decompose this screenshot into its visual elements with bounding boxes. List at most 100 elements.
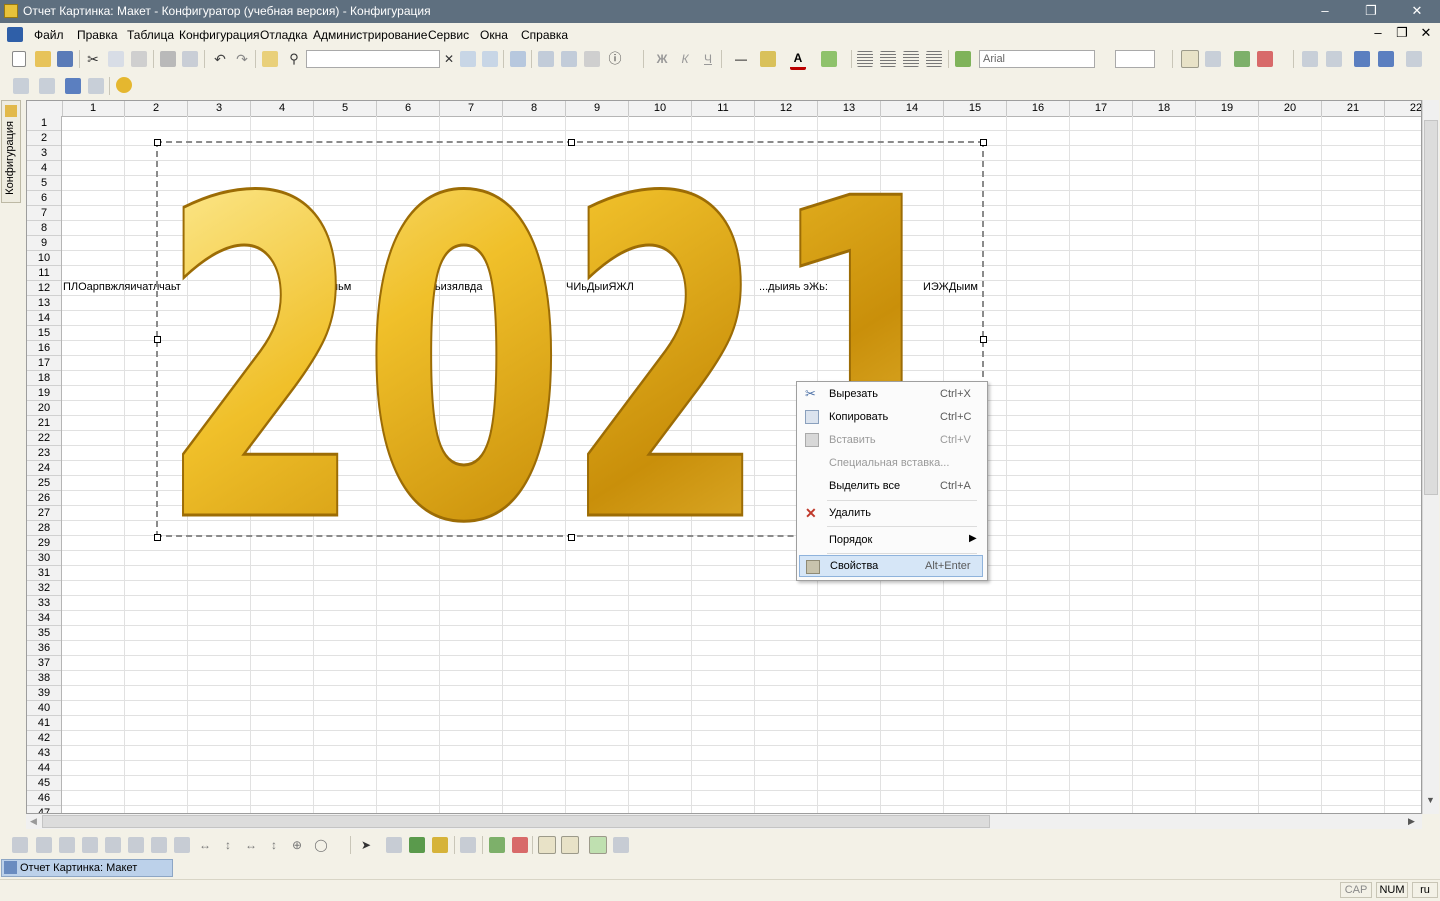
menu-table[interactable]: Таблица	[127, 28, 174, 42]
row-header[interactable]: 37	[27, 656, 61, 671]
row-header[interactable]: 9	[27, 236, 61, 251]
row-header[interactable]: 32	[27, 581, 61, 596]
menu-administration[interactable]: Администрирование	[313, 28, 427, 42]
cell-grid[interactable]: ПЛОарпвжляичатлчаьт ...:эльм атьизялвда …	[62, 106, 1421, 813]
row-header[interactable]: 21	[27, 416, 61, 431]
menu-item-copy[interactable]: Копировать Ctrl+C	[797, 406, 985, 428]
insert-object-icon[interactable]	[489, 837, 505, 853]
print-icon[interactable]	[160, 51, 176, 67]
search-icon[interactable]: ⚲	[286, 51, 302, 67]
row-header[interactable]: 15	[27, 326, 61, 341]
window-tab-report-layout[interactable]: Отчет Картинка: Макет	[1, 859, 173, 877]
redo-icon[interactable]: ↷	[234, 51, 250, 67]
grid-view-icon[interactable]	[1181, 50, 1199, 68]
database-icon[interactable]	[65, 78, 81, 94]
center-all-icon[interactable]: ⊕	[289, 837, 305, 853]
mdi-minimize-button[interactable]: –	[1368, 23, 1388, 46]
menu-item-paste-special[interactable]: Специальная вставка...	[797, 452, 985, 474]
vertical-scrollbar[interactable]: ▼	[1422, 100, 1439, 814]
close-button[interactable]: ✕	[1394, 0, 1440, 23]
windows-icon[interactable]	[510, 51, 526, 67]
delete-row-icon[interactable]	[1257, 51, 1273, 67]
app-menu-icon[interactable]	[7, 27, 23, 42]
align-center-icon[interactable]	[880, 51, 896, 67]
row-header[interactable]: 30	[27, 551, 61, 566]
column-header[interactable]: 17	[1070, 101, 1133, 116]
headers-icon[interactable]	[1205, 51, 1221, 67]
column-header[interactable]: 16	[1007, 101, 1070, 116]
menu-item-paste[interactable]: Вставить Ctrl+V	[797, 429, 985, 451]
row-header[interactable]: 29	[27, 536, 61, 551]
row-header[interactable]: 2	[27, 131, 61, 146]
column-header[interactable]: 6	[377, 101, 440, 116]
anchor-icon[interactable]: ◯	[313, 837, 329, 853]
info-icon[interactable]: ⓘ	[607, 51, 623, 67]
form-icon[interactable]	[88, 78, 104, 94]
find-prev-icon[interactable]	[482, 51, 498, 67]
mdi-restore-button[interactable]: ❐	[1392, 23, 1412, 46]
row-header[interactable]: 42	[27, 731, 61, 746]
row-header[interactable]: 25	[27, 476, 61, 491]
split-icon[interactable]	[1326, 51, 1342, 67]
column-header[interactable]: 11	[692, 101, 755, 116]
row-header[interactable]: 7	[27, 206, 61, 221]
center-vertical-icon[interactable]: ↕	[266, 837, 282, 853]
italic-icon[interactable]: К	[677, 51, 693, 67]
horizontal-scrollbar[interactable]: ◀ ▶	[26, 814, 1422, 829]
row-header[interactable]: 14	[27, 311, 61, 326]
align-bottom-icon[interactable]	[128, 837, 144, 853]
menu-help[interactable]: Справка	[521, 28, 568, 42]
column-header[interactable]: 18	[1133, 101, 1196, 116]
row-header[interactable]: 40	[27, 701, 61, 716]
same-height-icon[interactable]	[174, 837, 190, 853]
column-header[interactable]: 5	[314, 101, 377, 116]
menu-edit[interactable]: Правка	[77, 28, 118, 42]
menu-item-delete[interactable]: ✕ Удалить	[797, 502, 985, 524]
search-combobox[interactable]	[306, 50, 440, 68]
font-name-combobox[interactable]: Arial	[979, 50, 1095, 68]
justify-icon[interactable]	[926, 51, 942, 67]
spreadsheet-layout[interactable]: 1 2 3 4 5 6 7 8 9 10 11 12 13 14 15 16 17 18 19 20 21 22 1234…	[26, 100, 1422, 814]
clear-search-icon[interactable]: ✕	[441, 51, 457, 67]
row-header[interactable]: 6	[27, 191, 61, 206]
open-icon[interactable]	[35, 51, 51, 67]
row-header[interactable]: 26	[27, 491, 61, 506]
row-header[interactable]: 46	[27, 791, 61, 806]
row-header[interactable]: 17	[27, 356, 61, 371]
row-header[interactable]: 35	[27, 626, 61, 641]
same-width-icon[interactable]	[151, 837, 167, 853]
language-indicator[interactable]: ru	[1412, 882, 1438, 898]
named-area-icon[interactable]	[460, 837, 476, 853]
fill-color-icon[interactable]	[760, 51, 776, 67]
row-header[interactable]: 34	[27, 611, 61, 626]
picture-object-icon[interactable]	[409, 837, 425, 853]
row-header[interactable]: 23	[27, 446, 61, 461]
paste-icon[interactable]	[131, 51, 147, 67]
row-header[interactable]: 4	[27, 161, 61, 176]
pointer-icon[interactable]: ➤	[358, 837, 374, 853]
show-headers-icon[interactable]	[561, 836, 579, 854]
new-document-icon[interactable]	[12, 51, 26, 67]
show-grid-icon[interactable]	[538, 836, 556, 854]
column-header[interactable]: 7	[440, 101, 503, 116]
restore-button[interactable]: ❐	[1348, 0, 1394, 23]
column-header[interactable]: 10	[629, 101, 692, 116]
row-header[interactable]: 8	[27, 221, 61, 236]
menu-debug[interactable]: Отладка	[260, 28, 307, 42]
column-header[interactable]: 22	[1385, 101, 1421, 116]
space-vertical-icon[interactable]: ↕	[220, 837, 236, 853]
scroll-right-icon[interactable]: ▶	[1408, 816, 1415, 827]
align-right-icon[interactable]	[903, 51, 919, 67]
save-icon[interactable]	[57, 51, 73, 67]
align-top-icon[interactable]	[82, 837, 98, 853]
row-header[interactable]: 3	[27, 146, 61, 161]
group-icon[interactable]	[1354, 51, 1370, 67]
horizontal-scroll-thumb[interactable]	[42, 815, 990, 828]
column-header[interactable]: 21	[1322, 101, 1385, 116]
row-header[interactable]: 43	[27, 746, 61, 761]
highlight-icon[interactable]	[821, 51, 837, 67]
cut-icon[interactable]: ✂	[85, 51, 101, 67]
row-header[interactable]: 36	[27, 641, 61, 656]
column-header[interactable]: 2	[125, 101, 188, 116]
row-header[interactable]: 28	[27, 521, 61, 536]
